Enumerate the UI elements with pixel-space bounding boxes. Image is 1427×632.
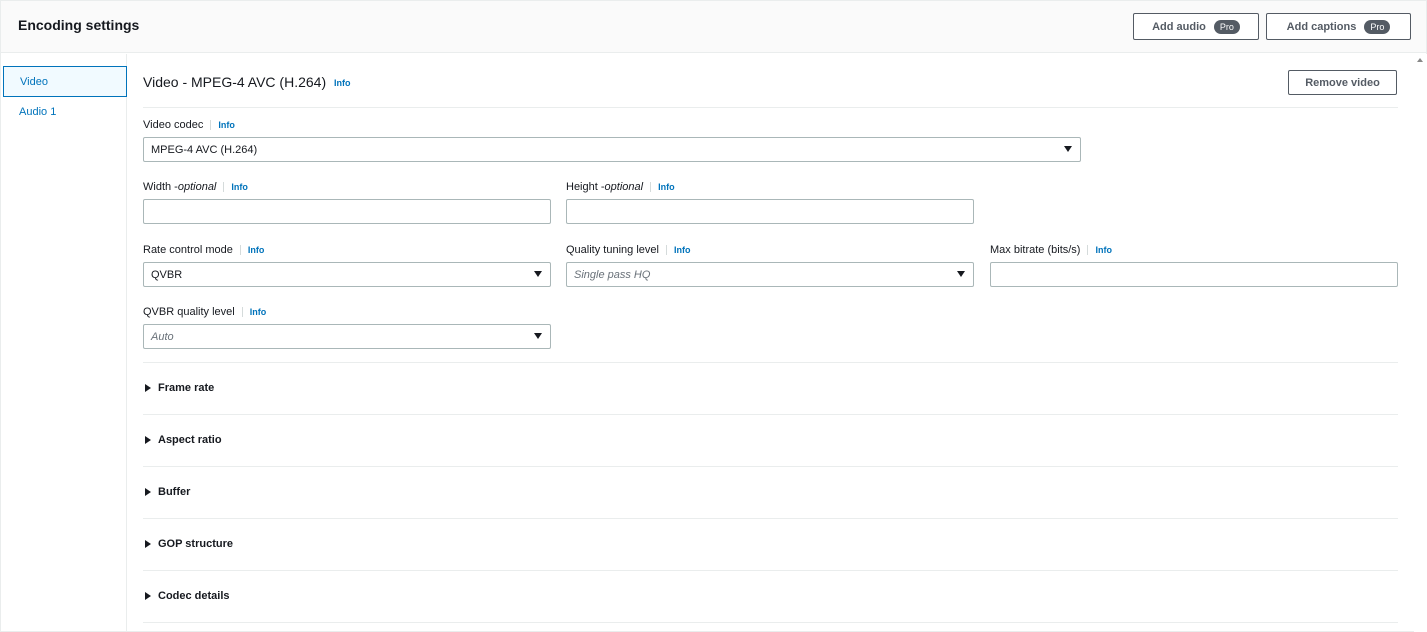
remove-video-button[interactable]: Remove video xyxy=(1288,70,1397,95)
quality-tuning-level-value: Single pass HQ xyxy=(574,269,650,281)
label-separator xyxy=(1087,245,1088,255)
qvbr-quality-level-value: Auto xyxy=(151,331,174,343)
max-bitrate-label-text: Max bitrate (bits/s) xyxy=(990,244,1080,256)
info-link[interactable]: Info xyxy=(248,245,265,255)
quality-tuning-level-label-text: Quality tuning level xyxy=(566,244,659,256)
caret-down-icon xyxy=(534,333,542,339)
expander-label: Buffer xyxy=(158,486,190,498)
info-link[interactable]: Info xyxy=(1095,245,1112,255)
caret-down-icon xyxy=(534,271,542,277)
caret-right-icon xyxy=(145,540,151,548)
rate-control-mode-label-text: Rate control mode xyxy=(143,244,233,256)
label-separator xyxy=(210,120,211,130)
remove-video-label: Remove video xyxy=(1305,77,1380,89)
quality-tuning-level-label: Quality tuning level Info xyxy=(566,244,690,256)
video-settings: Video - MPEG-4 AVC (H.264) Info Remove v… xyxy=(128,54,1414,632)
add-audio-button[interactable]: Add audio Pro xyxy=(1133,13,1259,40)
width-input[interactable] xyxy=(143,199,551,224)
optional-text: optional xyxy=(178,181,217,193)
expander-buffer[interactable]: Buffer xyxy=(145,486,190,498)
expander-frame-rate[interactable]: Frame rate xyxy=(145,382,214,394)
caret-down-icon xyxy=(1064,146,1072,152)
add-captions-label: Add captions xyxy=(1287,21,1357,33)
scrollbar[interactable] xyxy=(1414,54,1427,632)
divider xyxy=(143,518,1398,519)
caret-right-icon xyxy=(145,488,151,496)
divider xyxy=(143,622,1398,623)
section-title: Video - MPEG-4 AVC (H.264) xyxy=(143,74,326,90)
max-bitrate-label: Max bitrate (bits/s) Info xyxy=(990,244,1112,256)
qvbr-quality-level-select[interactable]: Auto xyxy=(143,324,551,349)
expander-label: Codec details xyxy=(158,590,230,602)
optional-text: optional xyxy=(605,181,644,193)
label-separator xyxy=(650,182,651,192)
rate-control-mode-select[interactable]: QVBR xyxy=(143,262,551,287)
expander-aspect-ratio[interactable]: Aspect ratio xyxy=(145,434,222,446)
rate-control-mode-value: QVBR xyxy=(151,269,182,281)
expander-label: Frame rate xyxy=(158,382,214,394)
info-link[interactable]: Info xyxy=(231,182,248,192)
expander-label: Aspect ratio xyxy=(158,434,222,446)
sidebar: Video Audio 1 xyxy=(1,54,127,632)
label-separator xyxy=(240,245,241,255)
max-bitrate-input[interactable] xyxy=(990,262,1398,287)
sidebar-item-video[interactable]: Video xyxy=(3,66,127,97)
divider xyxy=(143,414,1398,415)
qvbr-quality-level-label: QVBR quality level Info xyxy=(143,306,266,318)
caret-right-icon xyxy=(145,384,151,392)
label-separator xyxy=(666,245,667,255)
add-audio-label: Add audio xyxy=(1152,21,1206,33)
expander-gop-structure[interactable]: GOP structure xyxy=(145,538,233,550)
video-codec-label: Video codec Info xyxy=(143,119,235,131)
caret-right-icon xyxy=(145,436,151,444)
width-label-text: Width - xyxy=(143,181,178,193)
pro-badge: Pro xyxy=(1214,20,1240,34)
divider xyxy=(143,107,1398,108)
caret-right-icon xyxy=(145,592,151,600)
rate-control-mode-label: Rate control mode Info xyxy=(143,244,264,256)
sidebar-item-audio-1[interactable]: Audio 1 xyxy=(3,97,127,128)
label-separator xyxy=(242,307,243,317)
info-link[interactable]: Info xyxy=(334,78,351,88)
video-codec-label-text: Video codec xyxy=(143,119,203,131)
height-label-text: Height - xyxy=(566,181,605,193)
divider xyxy=(143,466,1398,467)
scroll-up-icon[interactable] xyxy=(1417,58,1423,62)
video-codec-select[interactable]: MPEG-4 AVC (H.264) xyxy=(143,137,1081,162)
label-separator xyxy=(223,182,224,192)
panel-title: Encoding settings xyxy=(18,17,139,33)
info-link[interactable]: Info xyxy=(674,245,691,255)
expander-label: GOP structure xyxy=(158,538,233,550)
divider xyxy=(143,570,1398,571)
info-link[interactable]: Info xyxy=(250,307,267,317)
panel-header: Encoding settings Add audio Pro Add capt… xyxy=(1,1,1426,53)
qvbr-quality-level-label-text: QVBR quality level xyxy=(143,306,235,318)
info-link[interactable]: Info xyxy=(218,120,235,130)
add-captions-button[interactable]: Add captions Pro xyxy=(1266,13,1411,40)
divider xyxy=(143,362,1398,363)
caret-down-icon xyxy=(957,271,965,277)
quality-tuning-level-select[interactable]: Single pass HQ xyxy=(566,262,974,287)
width-label: Width - optional Info xyxy=(143,181,248,193)
height-label: Height - optional Info xyxy=(566,181,675,193)
info-link[interactable]: Info xyxy=(658,182,675,192)
video-codec-value: MPEG-4 AVC (H.264) xyxy=(151,144,257,156)
pro-badge: Pro xyxy=(1364,20,1390,34)
height-input[interactable] xyxy=(566,199,974,224)
encoding-settings-panel: Encoding settings Add audio Pro Add capt… xyxy=(0,0,1427,632)
expander-codec-details[interactable]: Codec details xyxy=(145,590,230,602)
